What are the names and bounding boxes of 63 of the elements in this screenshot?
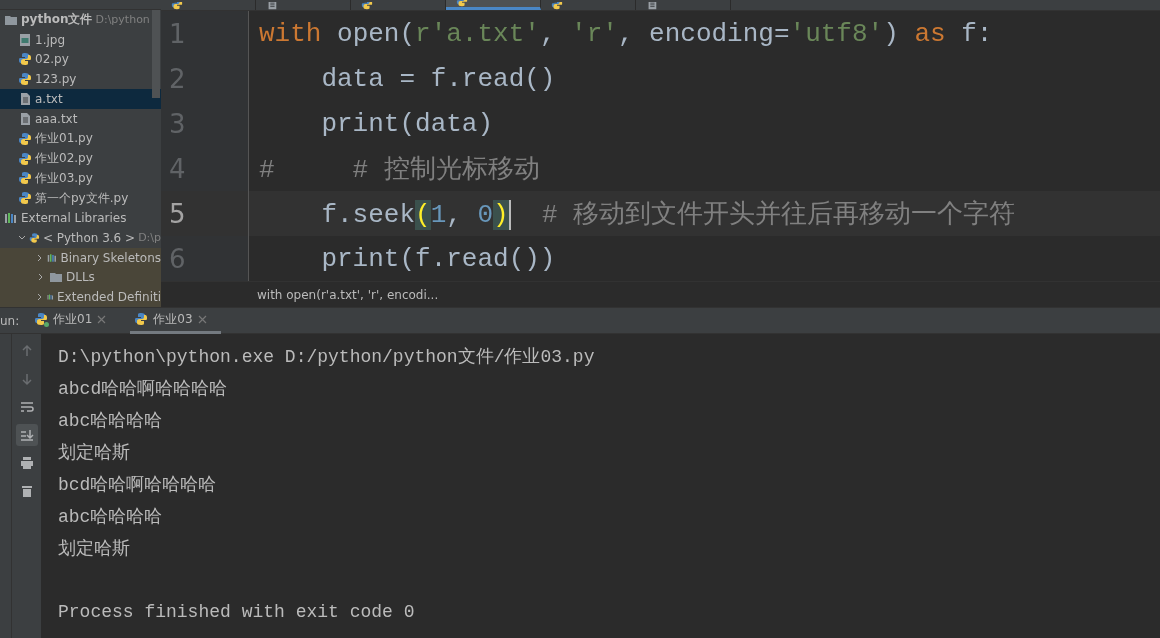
python-icon <box>134 312 149 326</box>
editor-tab[interactable] <box>446 0 541 10</box>
tree-item[interactable]: 第一个py文件.py <box>0 188 161 209</box>
path-hint: D:\python <box>95 13 150 27</box>
document-icon <box>18 92 32 107</box>
python-icon <box>18 72 32 87</box>
python-icon <box>18 191 32 206</box>
tree-item[interactable]: Binary Skeletons <box>0 247 161 268</box>
breadcrumb[interactable]: with open(r'a.txt', 'r', encodi... <box>257 287 439 302</box>
close-icon[interactable] <box>97 314 107 324</box>
code-line: # # 控制光标移动 <box>258 154 540 186</box>
wrap-icon <box>19 400 34 414</box>
code-line: print(data) <box>320 108 494 139</box>
image-icon <box>18 32 32 47</box>
close-icon[interactable] <box>197 314 207 324</box>
run-label: un: <box>0 313 21 328</box>
chevron-right-icon[interactable] <box>36 293 44 302</box>
print-icon <box>19 456 34 470</box>
tree-item[interactable]: 作业01.py <box>0 128 161 149</box>
console-line: bcd哈哈啊哈哈哈哈 <box>58 474 218 497</box>
console-tool-button[interactable] <box>15 424 38 446</box>
console-line: abc哈哈哈哈 <box>58 410 164 433</box>
tree-item[interactable]: 123.py <box>0 69 161 90</box>
library-icon <box>4 210 18 225</box>
running-dot <box>44 322 49 327</box>
tree-item[interactable]: DLLs <box>0 267 161 288</box>
tree-item[interactable]: 02.py <box>0 49 161 70</box>
tree-item[interactable]: 作业03.py <box>0 168 161 189</box>
python-icon <box>18 131 32 146</box>
path-hint: D:\p <box>138 231 161 245</box>
python-icon <box>34 312 48 326</box>
python-icon <box>18 151 32 166</box>
console-line: 划定哈斯 <box>58 538 131 561</box>
console-line: 划定哈斯 <box>58 442 131 465</box>
code-line: data = f.read() <box>320 63 556 94</box>
code-line: with open(r'a.txt', 'r', encoding='utf8') as f: <box>258 18 993 49</box>
chevron-down-icon[interactable] <box>18 233 26 242</box>
tree-item[interactable]: < Python 3.6 > D:\p <box>0 227 161 248</box>
trash-icon <box>19 484 34 498</box>
tree-item[interactable]: 作业02.py <box>0 148 161 169</box>
console-line: D:\python\python.exe D:/python/python文件/作业03.py <box>58 346 596 369</box>
console-line: abc哈哈哈哈 <box>58 506 164 529</box>
folder-icon <box>49 270 63 285</box>
python-icon <box>18 52 32 67</box>
scrollbar[interactable] <box>152 10 160 98</box>
console-line: abcd哈哈啊哈哈哈哈 <box>58 378 229 401</box>
tree-item[interactable]: python文件 D:\python <box>0 9 161 30</box>
python-icon <box>18 171 32 186</box>
python-icon <box>29 230 40 245</box>
code-line: print(f.read()) <box>320 243 556 274</box>
chevron-right-icon[interactable] <box>36 253 44 262</box>
tree-item[interactable]: aaa.txt <box>0 108 161 129</box>
tree-item[interactable]: 1.jpg <box>0 29 161 50</box>
document-icon <box>18 111 32 126</box>
code-line: f.seek(1, 0) # 移动到文件开头并往后再移动一个字符 <box>320 199 1016 231</box>
console-line: Process finished with exit code 0 <box>58 601 416 624</box>
scroll-to-end-icon <box>19 428 34 442</box>
tree-item[interactable]: External Libraries <box>0 208 161 228</box>
tree-item[interactable]: a.txt <box>0 89 161 109</box>
run-tab[interactable]: 作业01 <box>30 307 121 334</box>
tree-item[interactable]: Extended Definiti <box>0 287 161 307</box>
down-arrow-icon <box>19 372 34 386</box>
text-cursor <box>508 200 511 231</box>
